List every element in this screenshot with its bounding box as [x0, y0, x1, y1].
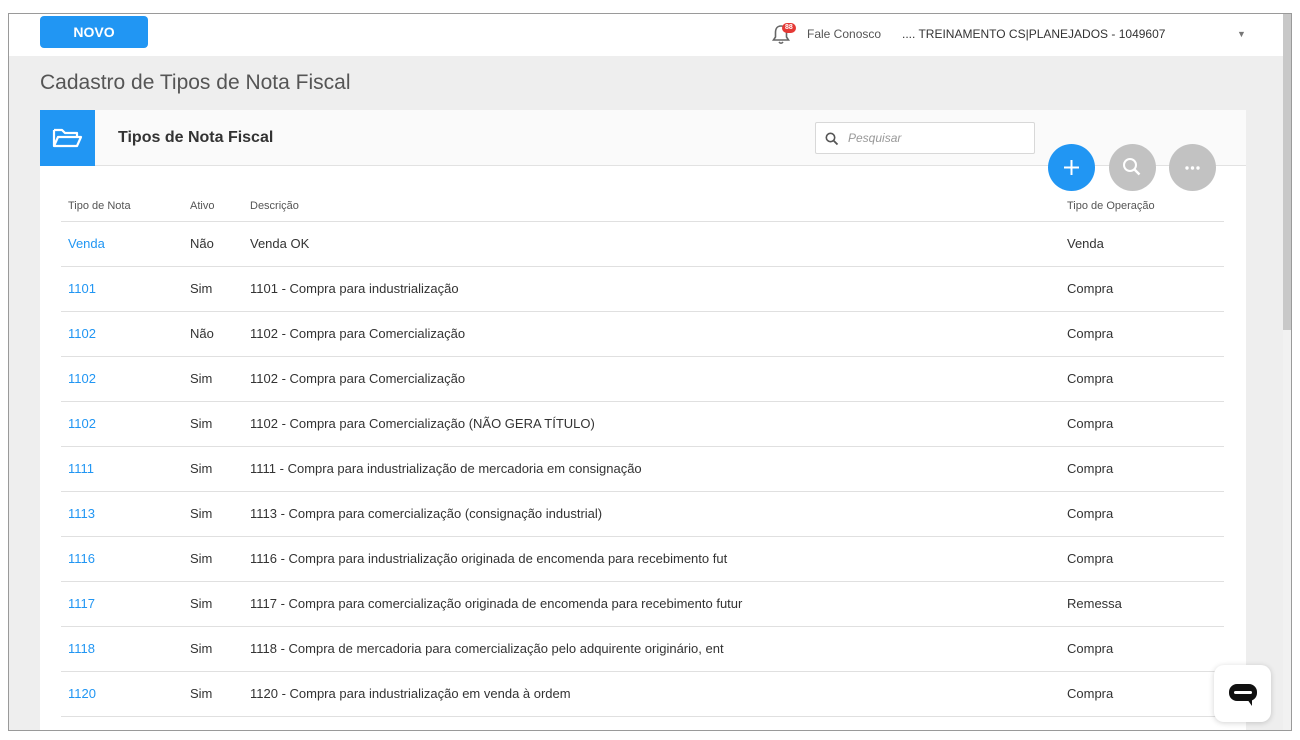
table-row[interactable]: 1102 Não 1102 - Compra para Comercializa… — [61, 311, 1224, 357]
cell-tipo-link[interactable]: 1120 — [61, 671, 183, 717]
table-row[interactable]: 1120 Sim 1120 - Compra para industrializ… — [61, 671, 1224, 717]
cell-ativo: Sim — [183, 266, 243, 312]
cell-descricao: 1101 - Compra para industrialização — [243, 266, 1060, 312]
cell-operacao: Compra — [1060, 401, 1224, 447]
advanced-search-button[interactable] — [1109, 144, 1156, 191]
table-row[interactable]: 1117 Sim 1117 - Compra para comercializa… — [61, 581, 1224, 627]
cell-operacao: Compra — [1060, 491, 1224, 537]
cell-ativo: Sim — [183, 536, 243, 582]
add-button[interactable] — [1048, 144, 1095, 191]
table-row[interactable]: 1113 Sim 1113 - Compra para comercializa… — [61, 491, 1224, 537]
chat-icon — [1229, 684, 1257, 706]
cell-descricao: 1102 - Compra para Comercialização (NÃO … — [243, 401, 1060, 447]
cell-tipo-link[interactable]: 1117 — [61, 581, 183, 627]
cell-tipo-link[interactable]: 1102 — [61, 311, 183, 357]
cell-descricao: 1117 - Compra para comercialização origi… — [243, 581, 1060, 627]
cell-operacao: Compra — [1060, 356, 1224, 402]
page-scrollbar[interactable] — [1283, 14, 1291, 730]
cell-descricao: 1102 - Compra para Comercialização — [243, 311, 1060, 357]
search-icon — [825, 132, 839, 146]
cell-descricao: 1111 - Compra para industrialização de m… — [243, 446, 1060, 492]
column-header-ativo[interactable]: Ativo — [183, 192, 243, 222]
cell-ativo: Sim — [183, 491, 243, 537]
table-row[interactable]: 1118 Sim 1118 - Compra de mercadoria par… — [61, 626, 1224, 672]
table-header-row: Tipo de Nota Ativo Descrição Tipo de Ope… — [61, 192, 1224, 222]
list-card: Tipos de Nota Fiscal Pesquisar Tipo de N… — [40, 110, 1246, 730]
cell-ativo: Sim — [183, 356, 243, 402]
search-input[interactable] — [848, 129, 1028, 147]
cell-ativo: Não — [183, 311, 243, 357]
cell-tipo-link[interactable]: 1113 — [61, 491, 183, 537]
cell-operacao: Compra — [1060, 446, 1224, 492]
column-header-operacao[interactable]: Tipo de Operação — [1060, 192, 1224, 222]
table-row[interactable]: 1116 Sim 1116 - Compra para industrializ… — [61, 536, 1224, 582]
table-row[interactable]: 1102 Sim 1102 - Compra para Comercializa… — [61, 356, 1224, 402]
plus-icon — [1064, 160, 1079, 175]
cell-tipo-link[interactable]: 1116 — [61, 536, 183, 582]
cell-descricao: 1116 - Compra para industrialização orig… — [243, 536, 1060, 582]
cell-ativo: Sim — [183, 626, 243, 672]
cell-operacao: Compra — [1060, 536, 1224, 582]
card-title: Tipos de Nota Fiscal — [118, 129, 274, 146]
folder-icon-box — [40, 110, 95, 166]
page-title: Cadastro de Tipos de Nota Fiscal — [40, 71, 351, 94]
nota-fiscal-table: Tipo de Nota Ativo Descrição Tipo de Ope… — [61, 192, 1224, 717]
cell-ativo: Sim — [183, 401, 243, 447]
table-row[interactable]: 1111 Sim 1111 - Compra para industrializ… — [61, 446, 1224, 492]
cell-operacao: Compra — [1060, 671, 1224, 717]
cell-operacao: Compra — [1060, 266, 1224, 312]
chat-widget-button[interactable] — [1214, 665, 1271, 722]
company-selector[interactable]: .... TREINAMENTO CS|PLANEJADOS - 1049607 — [902, 27, 1165, 41]
column-header-tipo[interactable]: Tipo de Nota — [61, 192, 183, 222]
new-button[interactable]: NOVO — [40, 16, 148, 48]
notification-count-badge: 88 — [782, 23, 796, 33]
more-options-button[interactable] — [1169, 144, 1216, 191]
cell-descricao: Venda OK — [243, 221, 1060, 267]
cell-tipo-link[interactable]: 1102 — [61, 356, 183, 402]
cell-tipo-link[interactable]: Venda — [61, 221, 183, 267]
more-icon — [1185, 166, 1200, 170]
cell-descricao: 1102 - Compra para Comercialização — [243, 356, 1060, 402]
cell-descricao: 1113 - Compra para comercialização (cons… — [243, 491, 1060, 537]
app-window: NOVO 88 Fale Conosco .... TREINAMENTO CS… — [8, 13, 1292, 731]
cell-tipo-link[interactable]: 1101 — [61, 266, 183, 312]
cell-ativo: Sim — [183, 671, 243, 717]
table-row[interactable]: 1102 Sim 1102 - Compra para Comercializa… — [61, 401, 1224, 447]
folder-open-icon — [52, 128, 83, 148]
scrollbar-thumb[interactable] — [1283, 14, 1291, 330]
cell-ativo: Sim — [183, 581, 243, 627]
top-bar: NOVO 88 Fale Conosco .... TREINAMENTO CS… — [9, 14, 1285, 56]
search-icon — [1123, 158, 1141, 176]
cell-tipo-link[interactable]: 1118 — [61, 626, 183, 672]
cell-tipo-link[interactable]: 1111 — [61, 446, 183, 492]
table-row[interactable]: Venda Não Venda OK Venda — [61, 221, 1224, 267]
cell-ativo: Não — [183, 221, 243, 267]
chevron-down-icon[interactable]: ▼ — [1237, 29, 1246, 39]
table-row[interactable]: 1101 Sim 1101 - Compra para industrializ… — [61, 266, 1224, 312]
cell-operacao: Compra — [1060, 311, 1224, 357]
contact-link[interactable]: Fale Conosco — [807, 27, 881, 41]
column-header-descricao[interactable]: Descrição — [243, 192, 1060, 222]
cell-tipo-link[interactable]: 1102 — [61, 401, 183, 447]
cell-descricao: 1120 - Compra para industrialização em v… — [243, 671, 1060, 717]
cell-ativo: Sim — [183, 446, 243, 492]
cell-operacao: Remessa — [1060, 581, 1224, 627]
cell-descricao: 1118 - Compra de mercadoria para comerci… — [243, 626, 1060, 672]
cell-operacao: Venda — [1060, 221, 1224, 267]
cell-operacao: Compra — [1060, 626, 1224, 672]
search-box[interactable] — [815, 122, 1035, 154]
